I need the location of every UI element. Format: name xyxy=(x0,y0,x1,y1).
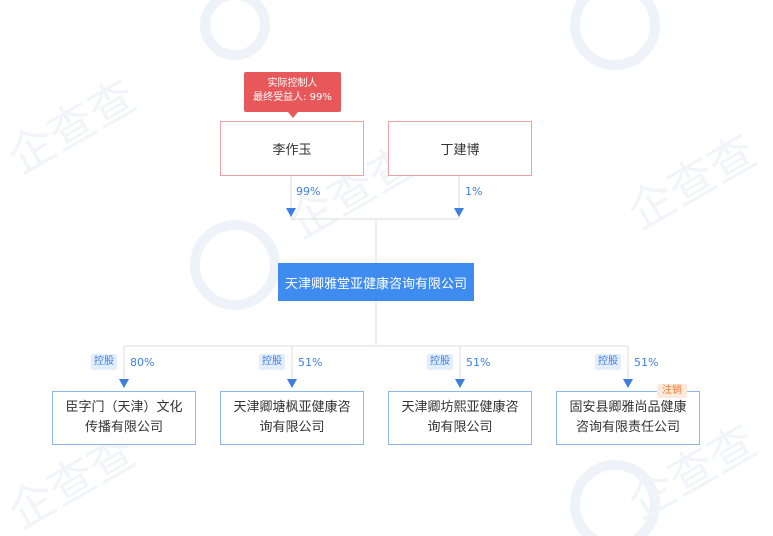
holding-tag: 控股 xyxy=(427,354,453,370)
holding-percent: 80% xyxy=(130,356,155,369)
deregistered-status-badge: 注销 xyxy=(657,384,687,398)
holding-tag: 控股 xyxy=(259,354,285,370)
arrow-down-icon xyxy=(454,208,464,217)
subsidiary-node[interactable]: 臣字门（天津）文化传播有限公司 xyxy=(52,391,196,445)
main-company-node[interactable]: 天津卿雅堂亚健康咨询有限公司 xyxy=(278,263,474,301)
arrow-down-icon xyxy=(623,379,633,388)
shareholder-name: 李作玉 xyxy=(272,143,312,158)
holding-percent: 51% xyxy=(298,356,323,369)
arrow-down-icon xyxy=(287,379,297,388)
subsidiary-name: 天津卿塘枫亚健康咨询有限公司 xyxy=(233,400,351,435)
main-company-name: 天津卿雅堂亚健康咨询有限公司 xyxy=(284,276,467,292)
shareholder-node[interactable]: 李作玉 xyxy=(220,121,364,176)
subsidiary-name: 天津卿坊熙亚健康咨询有限公司 xyxy=(401,400,519,435)
subsidiary-name: 固安县卿雅尚品健康咨询有限责任公司 xyxy=(569,400,687,435)
shareholder-percent: 1% xyxy=(465,185,483,198)
holding-percent: 51% xyxy=(466,356,491,369)
controller-tag-line1: 实际控制人 xyxy=(267,78,318,89)
subsidiary-node[interactable]: 天津卿坊熙亚健康咨询有限公司 xyxy=(388,391,532,445)
holding-percent: 51% xyxy=(634,356,659,369)
shareholder-percent: 99% xyxy=(296,185,321,198)
holding-tag: 控股 xyxy=(91,354,117,370)
shareholder-name: 丁建博 xyxy=(440,143,480,158)
subsidiary-name: 臣字门（天津）文化传播有限公司 xyxy=(65,400,183,435)
shareholder-node[interactable]: 丁建博 xyxy=(388,121,532,176)
arrow-down-icon xyxy=(286,208,296,217)
subsidiary-node[interactable]: 天津卿塘枫亚健康咨询有限公司 xyxy=(220,391,364,445)
holding-tag: 控股 xyxy=(595,354,621,370)
subsidiary-node[interactable]: 固安县卿雅尚品健康咨询有限责任公司 xyxy=(556,391,700,445)
actual-controller-badge: 实际控制人 最终受益人: 99% xyxy=(244,72,341,118)
arrow-down-icon xyxy=(455,379,465,388)
controller-tag-line2: 最终受益人: 99% xyxy=(253,92,332,103)
arrow-down-icon xyxy=(119,379,129,388)
